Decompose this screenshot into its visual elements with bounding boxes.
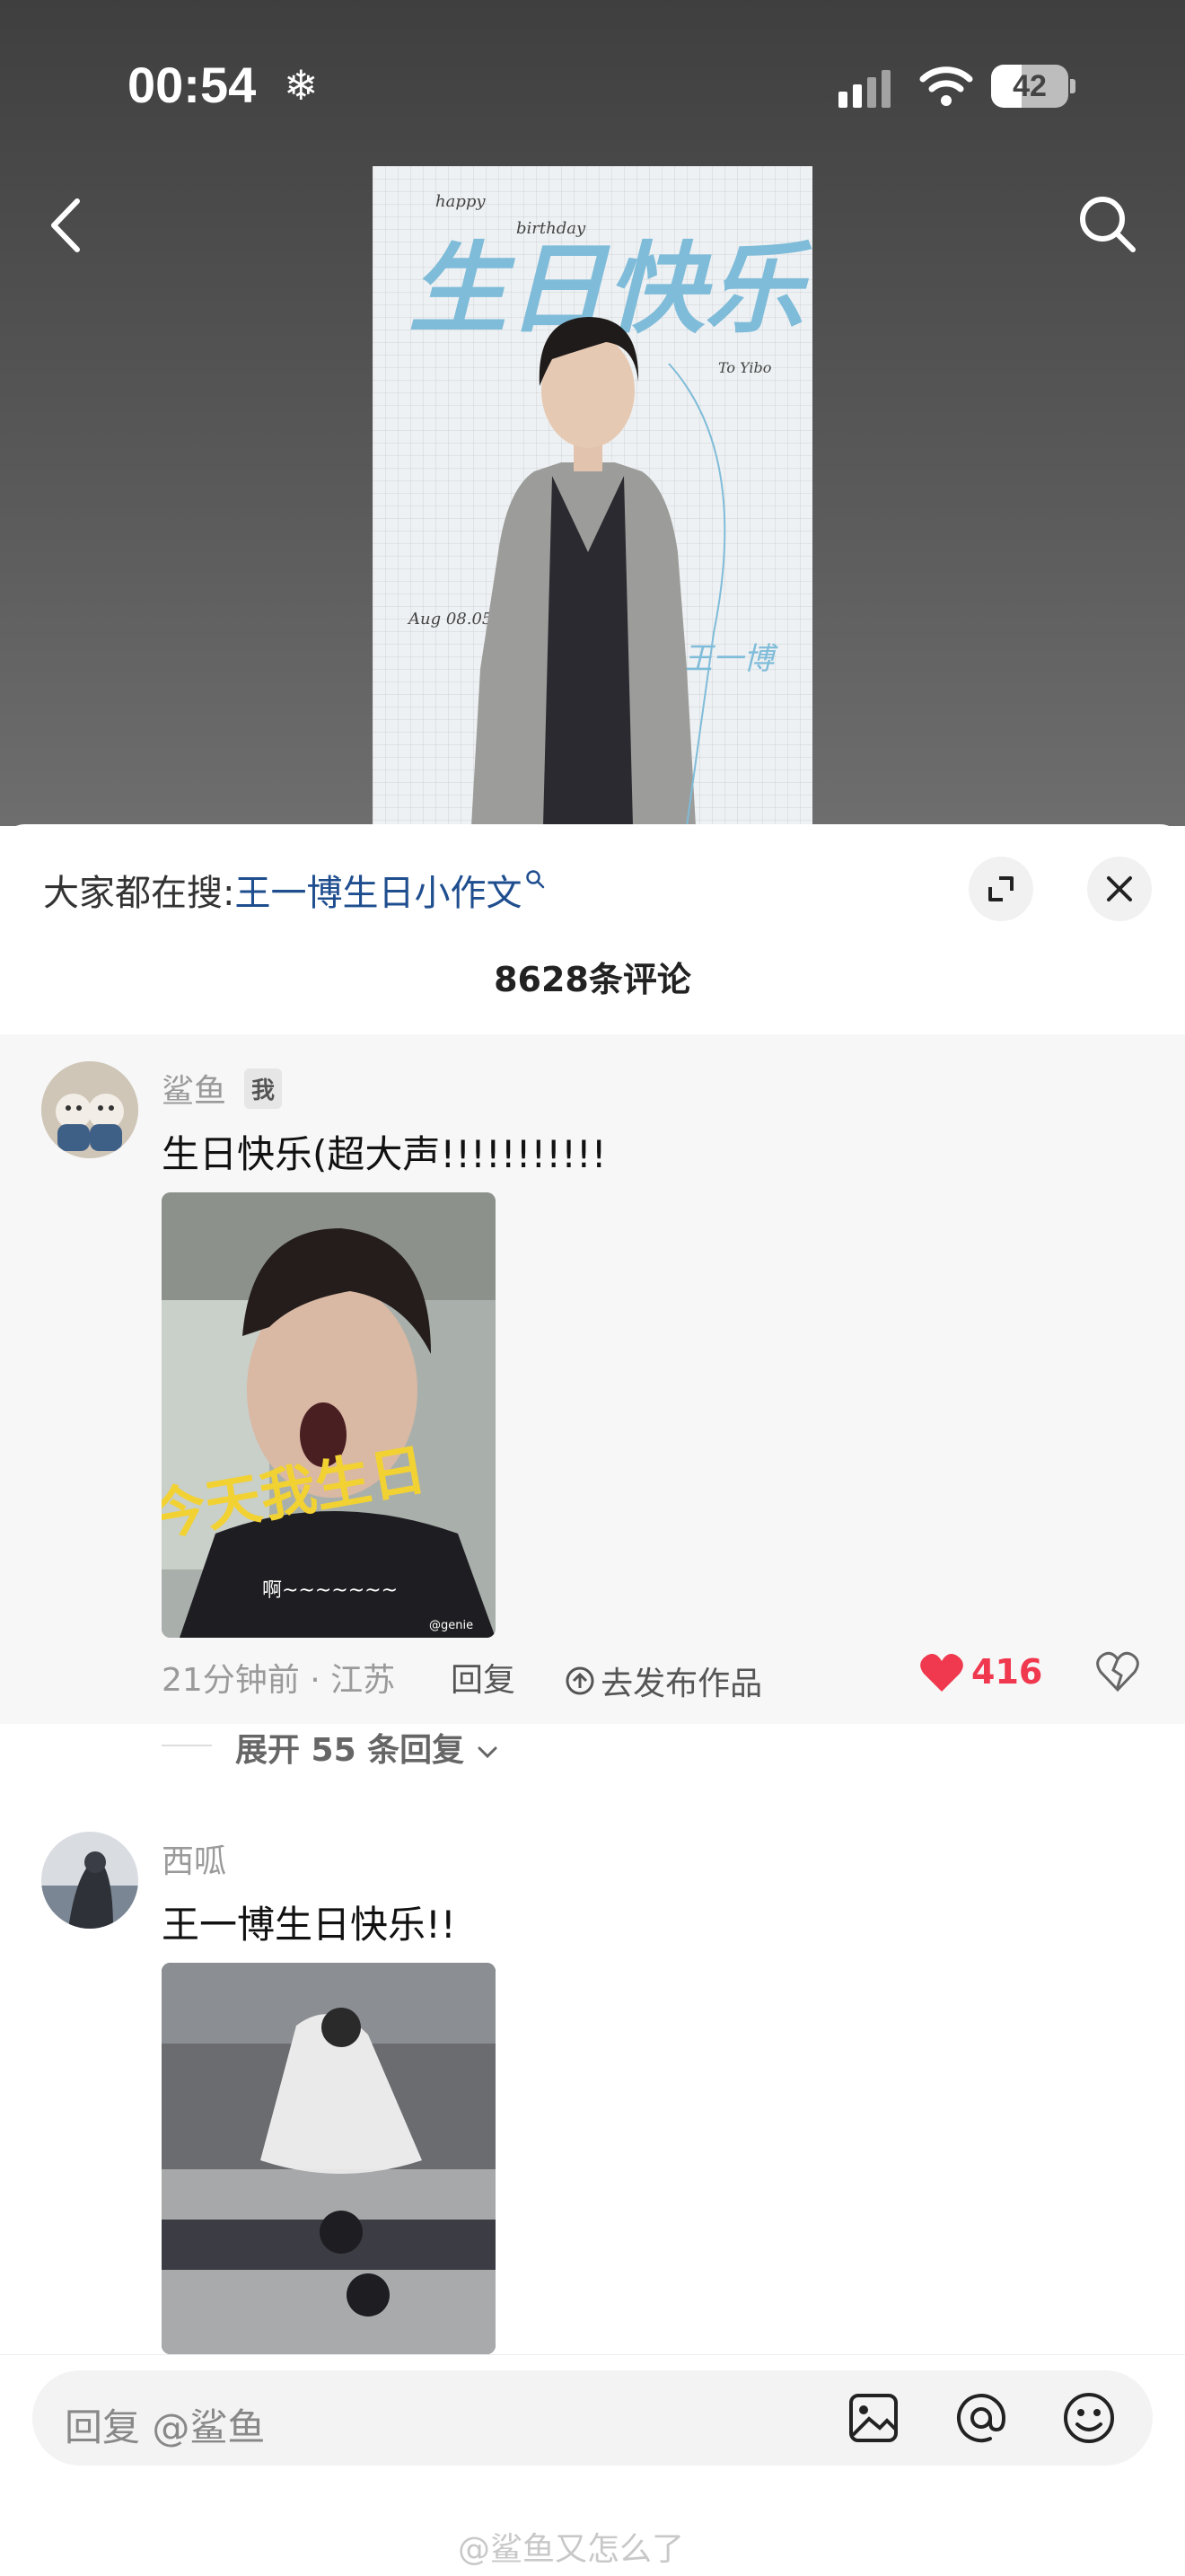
comment-username[interactable]: 鲨鱼: [162, 1065, 226, 1112]
me-badge: 我: [244, 1068, 283, 1109]
expand-replies-button[interactable]: 展开 55 条回复: [235, 1724, 499, 1771]
comment-image-content: [162, 1963, 496, 2354]
emoji-icon[interactable]: [1058, 2387, 1120, 2449]
comment-time-location: 21分钟前 · 江苏: [162, 1662, 396, 1699]
expand-icon: [988, 876, 1014, 901]
publish-work-button[interactable]: 去发布作品: [564, 1657, 762, 1704]
close-icon: [1107, 876, 1132, 901]
expand-sheet-button[interactable]: [969, 857, 1033, 921]
comment-text: 王一博生日快乐!!: [162, 1903, 456, 1947]
at-icon[interactable]: [950, 2387, 1013, 2449]
comment-image-content: 今天我生日 啊~~~~~~~ @genie: [162, 1192, 496, 1638]
poster-date: Aug 08.05: [407, 610, 492, 629]
comment-image-subtitle: 啊~~~~~~~: [262, 1579, 398, 1602]
status-time: 00:54: [127, 57, 257, 113]
upload-icon: [566, 1666, 594, 1695]
back-icon[interactable]: [40, 194, 93, 257]
reply-placeholder[interactable]: 回复 @鲨鱼: [65, 2397, 265, 2452]
search-icon[interactable]: [1074, 190, 1140, 257]
snowflake-icon: ❄: [284, 61, 319, 110]
battery-indicator: 42: [991, 65, 1068, 108]
poster-artwork: happy birthday 生日快乐 To Yibo Aug 08.05 王一…: [407, 192, 812, 826]
expand-replies-label: 展开 55 条回复: [235, 1732, 465, 1769]
hot-search-prefix: 大家都在搜:: [43, 873, 235, 914]
wifi-icon: [919, 66, 973, 106]
birthday-poster-image[interactable]: happy birthday 生日快乐 To Yibo Aug 08.05 王一…: [373, 166, 812, 826]
dislike-icon[interactable]: [1095, 1650, 1140, 1693]
avatar-image: [41, 1832, 138, 1929]
comment-image[interactable]: 今天我生日 啊~~~~~~~ @genie: [162, 1192, 496, 1638]
cellular-signal-icon: [838, 70, 898, 108]
reply-button[interactable]: 回复: [451, 1654, 515, 1701]
poster-signature: 王一博: [682, 641, 778, 677]
avatar[interactable]: [41, 1061, 138, 1158]
close-sheet-button[interactable]: [1087, 857, 1152, 921]
avatar[interactable]: [41, 1832, 138, 1929]
avatar-image: [41, 1061, 138, 1158]
hot-search-term[interactable]: 王一博生日小作文: [234, 873, 522, 914]
publish-work-label: 去发布作品: [601, 1666, 763, 1702]
weibo-watermark: @鲨鱼又怎么了: [458, 2531, 685, 2568]
hot-search-bar[interactable]: 大家都在搜:王一博生日小作文: [43, 864, 545, 916]
image-icon[interactable]: [842, 2387, 905, 2449]
comment-username[interactable]: 西呱: [162, 1835, 226, 1882]
battery-tip: [1070, 79, 1075, 93]
chevron-down-icon: [478, 1746, 497, 1759]
comment-image-watermark: @genie: [429, 1619, 473, 1632]
comment-count: 8628条评论: [494, 960, 691, 999]
battery-level: 42: [1013, 68, 1047, 103]
heart-icon[interactable]: [919, 1652, 964, 1693]
like-count: 416: [971, 1652, 1043, 1692]
poster-to-text: To Yibo: [718, 359, 771, 376]
poster-happy-text: happy: [435, 192, 486, 211]
comment-image[interactable]: [162, 1963, 496, 2354]
expand-divider: [162, 1745, 212, 1746]
hot-search-icon: [526, 870, 545, 889]
comment-text: 生日快乐(超大声!!!!!!!!!!!: [162, 1132, 607, 1176]
